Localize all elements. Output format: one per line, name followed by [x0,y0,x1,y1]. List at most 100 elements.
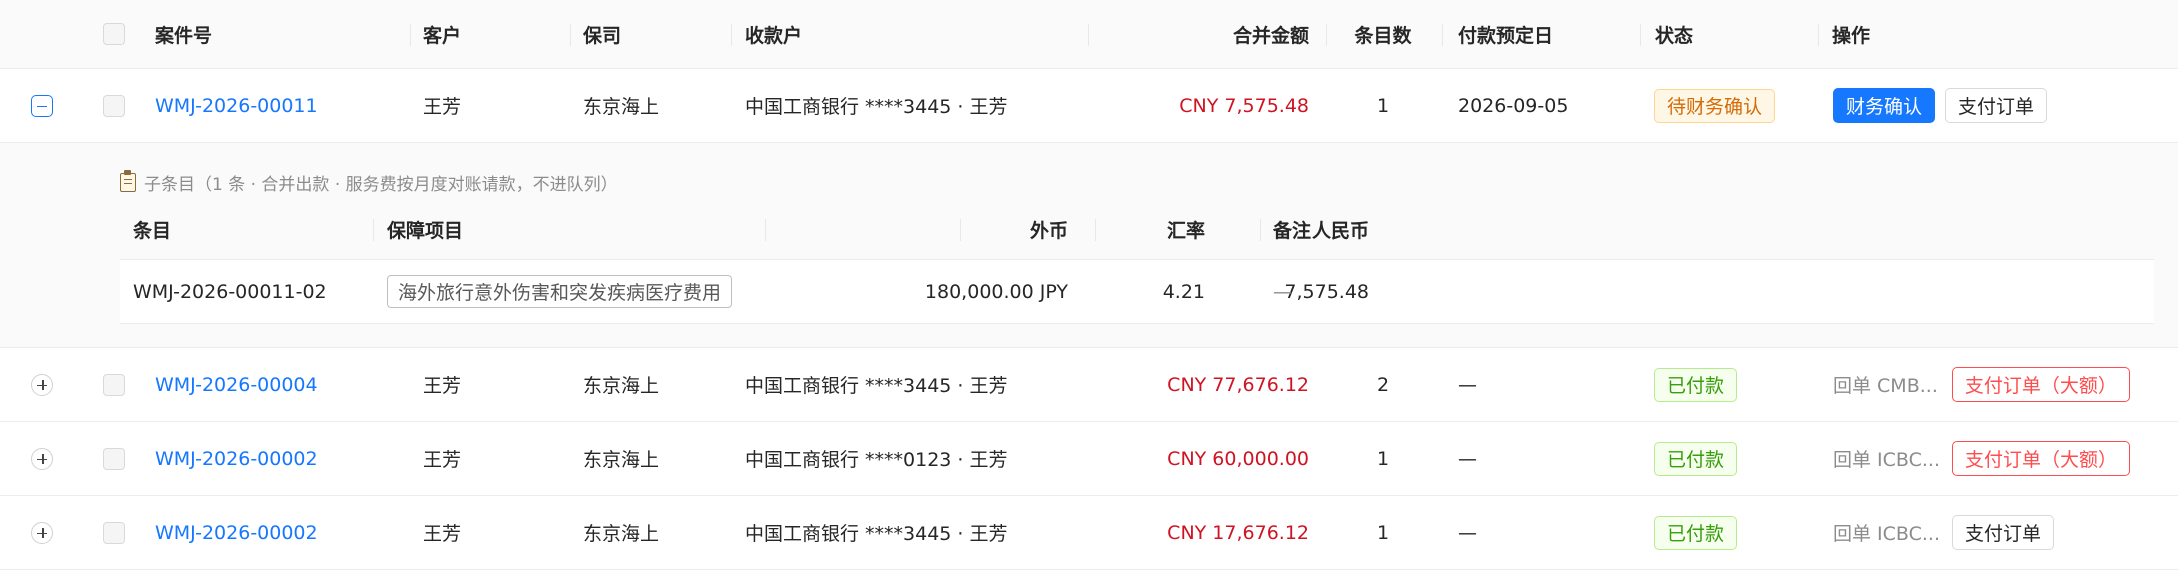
customer-name: 王芳 [423,449,462,471]
table-row: WMJ-2026-00011 王芳 东京海上 中国工商银行 ****3445 ·… [0,69,2178,143]
header-payee: 收款户 [745,24,803,47]
receipt-link[interactable]: 回单 ICBC... [1833,519,1940,546]
column-divider [960,219,961,241]
expand-row-button[interactable] [31,348,53,421]
payee-account: 中国工商银行 ****3445 · 王芳 [745,96,1008,118]
insurer-name: 东京海上 [583,375,660,397]
due-date: — [1458,521,1477,544]
payee-account: 中国工商银行 ****3445 · 王芳 [745,523,1008,545]
table-header: 案件号 客户 保司 收款户 合并金额 条目数 付款预定日 状态 操作 [0,0,2178,69]
actions-cell: 财务确认 支付订单 [1833,69,2048,142]
insurer-name: 东京海上 [583,449,660,471]
collapse-row-button[interactable] [31,69,53,142]
plus-icon[interactable] [31,373,53,396]
item-count: 1 [1376,447,1390,470]
header-status: 状态 [1655,24,1694,47]
sub-item-id: WMJ-2026-00011-02 [133,280,327,303]
status-cell: 已付款 [1654,422,1738,495]
finance-confirm-button[interactable]: 财务确认 [1833,88,1936,123]
sub-header-note: 备注 [1273,220,1312,242]
coverage-cell: 海外旅行意外伤害和突发疾病医疗费用 [387,260,733,323]
plus-icon[interactable] [31,447,53,470]
case-number-link[interactable]: WMJ-2026-00002 [155,422,318,495]
case-number-link[interactable]: WMJ-2026-00002 [155,496,318,569]
pay-order-button[interactable]: 支付订单 [1952,515,2055,550]
row-checkbox-cell[interactable] [103,69,125,142]
case-number-link[interactable]: WMJ-2026-00011 [155,69,318,142]
header-total-amount: 合并金额 [1232,24,1309,47]
row-checkbox-cell[interactable] [103,348,125,421]
sub-header-item: 条目 [133,220,172,242]
payee-account: 中国工商银行 ****0123 · 王芳 [745,449,1008,471]
payment-table: 案件号 客户 保司 收款户 合并金额 条目数 付款预定日 状态 操作 WMJ-2… [0,0,2178,570]
row-checkbox-cell[interactable] [103,422,125,495]
item-count: 1 [1376,94,1390,117]
customer-name: 王芳 [423,523,462,545]
item-count: 1 [1376,521,1390,544]
sub-items-caption-text: 子条目（1 条 · 合并出款 · 服务费按月度对账请款，不进队列） [144,174,618,195]
column-divider [570,24,571,46]
pay-order-button[interactable]: 支付订单 [1945,88,2048,123]
row-checkbox-cell[interactable] [103,496,125,569]
row-checkbox[interactable] [103,447,125,470]
status-cell: 已付款 [1654,496,1738,569]
row-checkbox[interactable] [103,373,125,396]
customer-name: 王芳 [423,96,462,118]
column-divider [1260,219,1261,241]
pay-order-large-button[interactable]: 支付订单（大额） [1952,441,2131,476]
status-cell: 已付款 [1654,348,1738,421]
plus-icon[interactable] [31,521,53,544]
table-row: WMJ-2026-00004 王芳 东京海上 中国工商银行 ****3445 ·… [0,348,2178,422]
header-actions: 操作 [1832,24,1871,47]
select-all-checkbox[interactable] [103,23,125,45]
header-due-date: 付款预定日 [1458,24,1554,47]
cny-amount: 7,575.48 [1284,280,1369,303]
column-divider [1442,24,1443,46]
sub-header-coverage: 保障项目 [387,220,464,242]
column-divider [1095,219,1096,241]
actions-cell: 回单 CMB... 支付订单（大额） [1833,348,2130,421]
minus-icon[interactable] [31,94,53,117]
column-divider [731,24,732,46]
column-divider [373,219,374,241]
item-count: 2 [1376,373,1390,396]
sub-items-header: 条目 保障项目 外币 汇率 人民币 备注 [120,200,2154,260]
note: — [1273,280,1292,303]
column-divider [765,219,766,241]
sub-header-cny: 人民币 [1311,220,1369,242]
header-customer: 客户 [423,24,462,47]
sub-item-row: WMJ-2026-00011-02 海外旅行意外伤害和突发疾病医疗费用 180,… [120,260,2154,324]
total-amount: CNY 60,000.00 [1167,447,1309,470]
receipt-link[interactable]: 回单 CMB... [1833,371,1938,398]
row-checkbox[interactable] [103,521,125,544]
coverage-tag: 海外旅行意外伤害和突发疾病医疗费用 [387,275,733,308]
status-badge: 已付款 [1654,441,1738,476]
total-amount: CNY 17,676.12 [1167,521,1309,544]
column-divider [410,24,411,46]
due-date: 2026-09-05 [1458,94,1569,117]
clipboard-icon [120,169,136,192]
column-divider [1818,24,1819,46]
receipt-link[interactable]: 回单 ICBC... [1833,445,1940,472]
status-badge: 待财务确认 [1654,88,1776,123]
row-checkbox[interactable] [103,94,125,117]
due-date: — [1458,373,1477,396]
pay-order-large-button[interactable]: 支付订单（大额） [1951,367,2130,402]
header-insurer: 保司 [583,24,622,47]
sub-items-table: 条目 保障项目 外币 汇率 人民币 备注 WMJ-2026-00011-02 海… [120,200,2154,324]
total-amount: CNY 77,676.12 [1167,373,1309,396]
customer-name: 王芳 [423,375,462,397]
table-row: WMJ-2026-00002 王芳 东京海上 中国工商银行 ****3445 ·… [0,496,2178,570]
case-number-link[interactable]: WMJ-2026-00004 [155,348,318,421]
expand-row-button[interactable] [31,422,53,495]
header-case-no: 案件号 [155,24,213,47]
status-cell: 待财务确认 [1654,69,1776,142]
column-divider [1088,24,1089,46]
column-divider [1326,24,1327,46]
insurer-name: 东京海上 [583,523,660,545]
select-all-checkbox-cell[interactable] [103,0,125,68]
status-badge: 已付款 [1654,367,1738,402]
expand-row-button[interactable] [31,496,53,569]
status-badge: 已付款 [1654,515,1738,550]
due-date: — [1458,447,1477,470]
